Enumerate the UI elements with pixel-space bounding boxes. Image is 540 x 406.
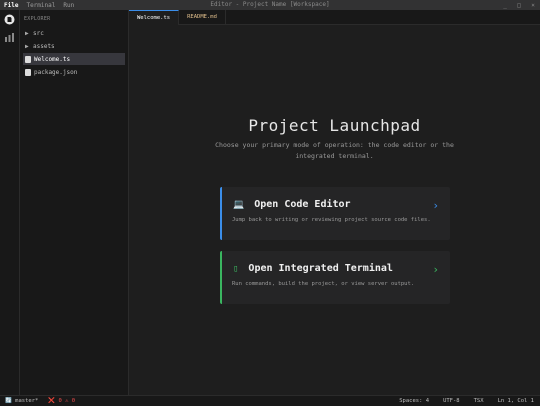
chevron-right-icon: ▶	[25, 29, 29, 37]
editor-tabs: Welcome.ts README.md	[129, 10, 540, 25]
card-title: Open Integrated Terminal	[248, 263, 393, 274]
page-subtitle: Choose your primary mode of operation: t…	[215, 141, 454, 160]
cursor-position[interactable]: Ln 1, Col 1	[498, 398, 534, 404]
sync-icon: 🔄	[5, 398, 12, 404]
chevron-right-icon: ›	[432, 263, 439, 276]
tree-item-label: assets	[33, 42, 55, 50]
open-terminal-card[interactable]: ▯ Open Integrated Terminal Run commands,…	[220, 251, 450, 304]
tree-item-label: package.json	[34, 68, 78, 76]
status-right: Spaces: 4 UTF-8 TSX Ln 1, Col 1	[399, 398, 534, 404]
open-code-editor-card[interactable]: 💻 Open Code Editor Jump back to writing …	[220, 187, 450, 240]
welcome-page: Project Launchpad Choose your primary mo…	[129, 25, 540, 395]
tree-item-label: src	[33, 29, 44, 37]
encoding-status[interactable]: UTF-8	[443, 398, 460, 404]
card-description: Jump back to writing or reviewing projec…	[232, 217, 431, 223]
menu-file[interactable]: File	[4, 2, 18, 9]
tree-item-package-json[interactable]: package.json	[23, 66, 125, 78]
tab-readme[interactable]: README.md	[179, 10, 226, 24]
window-controls: _ □ ×	[502, 0, 536, 10]
tree-item-label: Welcome.ts	[34, 55, 71, 63]
problems-indicator[interactable]: ❌ 0 ⚠ 0	[48, 398, 75, 404]
branch-name: master*	[15, 398, 39, 404]
file-tree: ▶ src ▶ assets Welcome.ts package.json	[23, 27, 125, 79]
tree-item-src[interactable]: ▶ src	[23, 27, 125, 39]
menu-run[interactable]: Run	[63, 2, 74, 9]
maximize-button[interactable]: □	[516, 2, 522, 9]
tab-welcome[interactable]: Welcome.ts	[129, 10, 180, 25]
git-branch[interactable]: 🔄 master*	[5, 398, 38, 404]
card-title-row: 💻 Open Code Editor	[233, 199, 351, 210]
explorer-sidebar: EXPLORER ▶ src ▶ assets Welcome.ts packa…	[20, 10, 129, 395]
title-bar: File Terminal Run Editor - Project Name …	[0, 0, 540, 10]
page-title: Project Launchpad	[248, 116, 421, 135]
card-description: Run commands, build the project, or view…	[232, 281, 415, 287]
explorer-header: EXPLORER	[24, 16, 51, 22]
chevron-right-icon: ▶	[25, 42, 29, 50]
menu-terminal[interactable]: Terminal	[26, 2, 55, 9]
menu-bar: File Terminal Run	[0, 2, 74, 9]
window-title: Editor - Project Name [Workspace]	[210, 1, 330, 8]
file-icon	[25, 68, 31, 76]
card-title: Open Code Editor	[254, 199, 351, 210]
card-title-row: ▯ Open Integrated Terminal	[233, 263, 393, 274]
laptop-icon: 💻	[233, 199, 245, 210]
status-left: 🔄 master* ❌ 0 ⚠ 0	[5, 398, 75, 404]
tree-item-welcome[interactable]: Welcome.ts	[23, 53, 125, 65]
status-bar: 🔄 master* ❌ 0 ⚠ 0 Spaces: 4 UTF-8 TSX Ln…	[0, 395, 540, 406]
stats-icon[interactable]	[4, 32, 15, 43]
explorer-icon[interactable]	[4, 14, 15, 25]
close-button[interactable]: ×	[530, 2, 536, 9]
language-status[interactable]: TSX	[474, 398, 484, 404]
tree-item-assets[interactable]: ▶ assets	[23, 40, 125, 52]
file-icon	[25, 55, 31, 63]
chevron-right-icon: ›	[432, 199, 439, 212]
activity-bar	[0, 10, 20, 395]
indentation-status[interactable]: Spaces: 4	[399, 398, 429, 404]
minimize-button[interactable]: _	[502, 2, 508, 9]
terminal-icon: ▯	[233, 263, 239, 274]
